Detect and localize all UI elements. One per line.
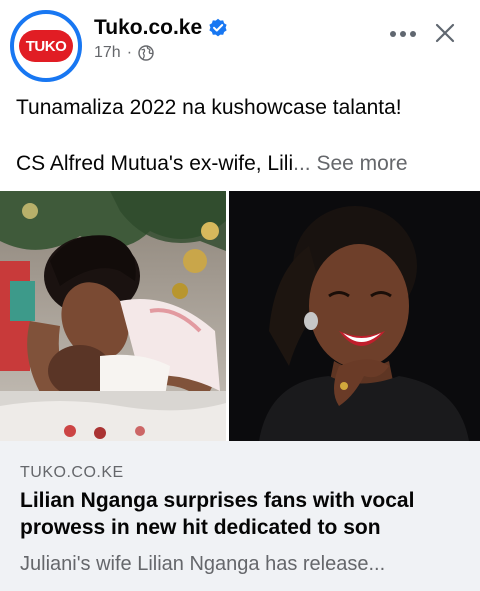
page-name[interactable]: Tuko.co.ke	[94, 16, 202, 40]
post-media[interactable]	[0, 191, 480, 441]
caption-line-1: Tunamaliza 2022 na kushowcase talanta!	[16, 96, 402, 119]
dot	[410, 31, 416, 37]
link-description: Juliani's wife Lilian Nganga has release…	[20, 553, 386, 575]
page-name-row: Tuko.co.ke	[94, 16, 228, 40]
close-icon[interactable]	[432, 20, 458, 46]
verified-badge-icon	[209, 18, 227, 37]
caption-line-2: CS Alfred Mutua's ex-wife, Lili... See m…	[16, 150, 466, 178]
post-time[interactable]: 17h	[94, 44, 121, 62]
globe-icon[interactable]	[138, 45, 154, 61]
tuko-logo: TUKO	[19, 30, 73, 62]
smiling-woman-illustration	[229, 191, 480, 441]
see-more-link[interactable]: See more	[316, 152, 407, 175]
page-avatar[interactable]: TUKO	[10, 10, 82, 82]
avatar-inner: TUKO	[16, 16, 76, 76]
caption-ellipsis: ...	[293, 152, 311, 175]
meta-separator: ·	[126, 44, 133, 61]
caption-line-2-text: CS Alfred Mutua's ex-wife, Lili	[16, 152, 294, 175]
post-meta: 17h ·	[94, 44, 154, 62]
photo-mother-and-baby[interactable]	[0, 191, 226, 441]
mother-baby-illustration	[0, 191, 226, 441]
post-caption: Tunamaliza 2022 na kushowcase talanta! C…	[16, 94, 466, 178]
post-header: TUKO Tuko.co.ke 17h ·	[0, 0, 480, 82]
dot	[400, 31, 406, 37]
link-title[interactable]: Lilian Nganga surprises fans with vocal …	[20, 487, 470, 541]
more-options-icon[interactable]	[386, 22, 420, 46]
dot	[390, 31, 396, 37]
link-domain: TUKO.CO.KE	[20, 464, 124, 481]
photo-smiling-woman[interactable]	[229, 191, 480, 441]
